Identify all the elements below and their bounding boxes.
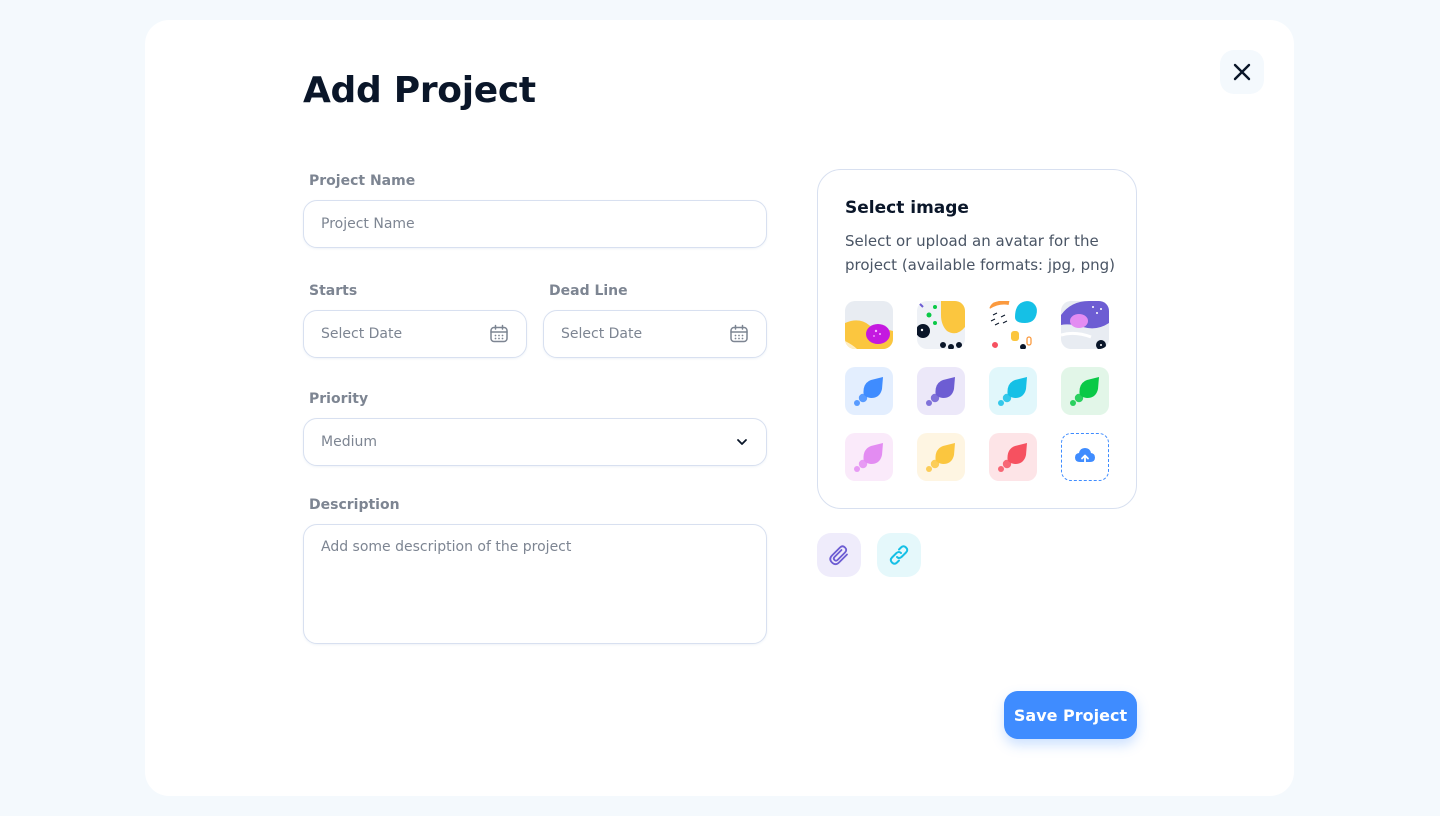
- avatar-option[interactable]: [917, 433, 965, 481]
- save-project-button[interactable]: Save Project: [1004, 691, 1137, 739]
- project-name-label: Project Name: [309, 173, 416, 189]
- image-picker-title: Select image: [845, 198, 969, 218]
- avatar-option[interactable]: [917, 301, 965, 349]
- avatar-option[interactable]: [989, 301, 1037, 349]
- image-picker-panel: Select image Select or upload an avatar …: [817, 169, 1137, 509]
- attach-file-button[interactable]: [817, 533, 861, 577]
- add-link-button[interactable]: [877, 533, 921, 577]
- close-button[interactable]: [1220, 50, 1264, 94]
- project-name-placeholder: Project Name: [321, 216, 415, 232]
- abstract-pattern-icon: [1061, 301, 1109, 349]
- project-name-input[interactable]: Project Name: [303, 200, 767, 248]
- deadline-placeholder: Select Date: [561, 326, 643, 342]
- priority-value: Medium: [321, 434, 377, 450]
- upload-avatar-button[interactable]: [1061, 433, 1109, 481]
- avatar-option[interactable]: [917, 367, 965, 415]
- description-label: Description: [309, 497, 400, 513]
- starts-label: Starts: [309, 283, 358, 299]
- drop-icon: [926, 377, 955, 406]
- cloud-upload-icon: [1075, 448, 1095, 467]
- avatar-option[interactable]: [989, 367, 1037, 415]
- close-icon: [1233, 63, 1251, 81]
- starts-placeholder: Select Date: [321, 326, 403, 342]
- paperclip-icon: [829, 545, 848, 566]
- avatar-option[interactable]: [989, 433, 1037, 481]
- link-icon: [889, 545, 909, 565]
- avatar-option[interactable]: [845, 301, 893, 349]
- description-placeholder: Add some description of the project: [321, 539, 572, 555]
- description-textarea[interactable]: Add some description of the project: [303, 524, 767, 644]
- drop-icon: [854, 443, 883, 472]
- add-project-modal: Add Project Project Name Project Name St…: [145, 20, 1294, 796]
- deadline-label: Dead Line: [549, 283, 628, 299]
- abstract-pattern-icon: [845, 301, 893, 349]
- avatar-option[interactable]: [845, 367, 893, 415]
- abstract-pattern-icon: [917, 301, 965, 349]
- calendar-icon: [730, 324, 748, 343]
- avatar-option[interactable]: [845, 433, 893, 481]
- drop-icon: [926, 443, 955, 472]
- image-picker-description: Select or upload an avatar for the proje…: [845, 232, 1115, 274]
- priority-select[interactable]: Medium: [303, 418, 767, 466]
- avatar-option[interactable]: [1061, 367, 1109, 415]
- chevron-down-icon: [737, 439, 747, 445]
- starts-date-picker[interactable]: Select Date: [303, 310, 527, 358]
- drop-icon: [854, 377, 883, 406]
- drop-icon: [998, 377, 1027, 406]
- drop-icon: [998, 443, 1027, 472]
- drop-icon: [1070, 377, 1099, 406]
- priority-label: Priority: [309, 391, 369, 407]
- avatar-option[interactable]: [1061, 301, 1109, 349]
- deadline-date-picker[interactable]: Select Date: [543, 310, 767, 358]
- page-title: Add Project: [303, 70, 536, 111]
- calendar-icon: [490, 324, 508, 343]
- abstract-pattern-icon: [989, 301, 1037, 349]
